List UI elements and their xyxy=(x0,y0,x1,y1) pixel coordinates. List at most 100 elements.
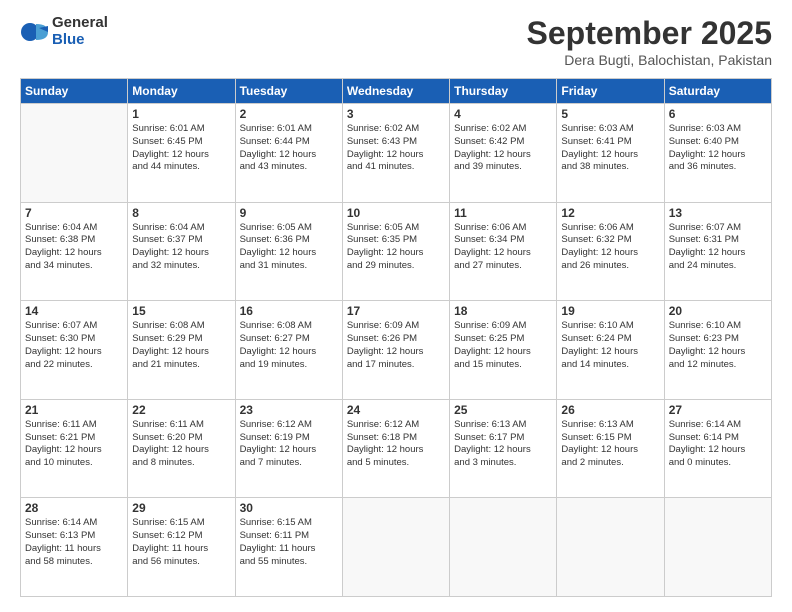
day-number: 29 xyxy=(132,501,230,515)
day-info: Sunrise: 6:03 AMSunset: 6:41 PMDaylight:… xyxy=(561,123,659,174)
calendar-cell: 5 Sunrise: 6:03 AMSunset: 6:41 PMDaylight… xyxy=(557,104,664,203)
calendar-cell: 25 Sunrise: 6:13 AMSunset: 6:17 PMDayligh… xyxy=(450,399,557,498)
day-info: Sunrise: 6:03 AMSunset: 6:40 PMDaylight:… xyxy=(669,123,767,174)
calendar-cell: 23Sunrise: 6:12 AMSunset: 6:19 PMDayligh… xyxy=(235,399,342,498)
day-number: 15 xyxy=(132,304,230,318)
day-info: Sunrise: 6:10 AMSunset: 6:24 PMDaylight:… xyxy=(561,320,659,371)
day-number: 3 xyxy=(347,107,445,121)
location-text: Dera Bugti, Balochistan, Pakistan xyxy=(527,52,772,68)
calendar-cell: 13 Sunrise: 6:07 AMSunset: 6:31 PMDayligh… xyxy=(664,202,771,301)
calendar-cell: 8 Sunrise: 6:04 AMSunset: 6:37 PMDaylight… xyxy=(128,202,235,301)
day-number: 21 xyxy=(25,403,123,417)
day-info: Sunrise: 6:09 AMSunset: 6:26 PMDaylight:… xyxy=(347,320,445,371)
calendar-cell: 7 Sunrise: 6:04 AMSunset: 6:38 PMDaylight… xyxy=(21,202,128,301)
calendar-cell: 19 Sunrise: 6:10 AMSunset: 6:24 PMDayligh… xyxy=(557,301,664,400)
day-number: 7 xyxy=(25,206,123,220)
weekday-wednesday: Wednesday xyxy=(342,79,449,104)
calendar-cell: 6 Sunrise: 6:03 AMSunset: 6:40 PMDaylight… xyxy=(664,104,771,203)
day-number: 12 xyxy=(561,206,659,220)
logo-general-text: General xyxy=(52,15,108,32)
calendar-cell: 26Sunrise: 6:13 AMSunset: 6:15 PMDayligh… xyxy=(557,399,664,498)
month-title: September 2025 xyxy=(527,15,772,52)
calendar-cell: 16 Sunrise: 6:08 AMSunset: 6:27 PMDayligh… xyxy=(235,301,342,400)
day-info: Sunrise: 6:01 AMSunset: 6:44 PMDaylight:… xyxy=(240,123,338,174)
week-row-2: 14Sunrise: 6:07 AMSunset: 6:30 PMDayligh… xyxy=(21,301,772,400)
weekday-saturday: Saturday xyxy=(664,79,771,104)
day-info: Sunrise: 6:04 AMSunset: 6:37 PMDaylight:… xyxy=(132,222,230,273)
day-info: Sunrise: 6:04 AMSunset: 6:38 PMDaylight:… xyxy=(25,222,123,273)
weekday-friday: Friday xyxy=(557,79,664,104)
calendar-cell: 11Sunrise: 6:06 AMSunset: 6:34 PMDayligh… xyxy=(450,202,557,301)
page-header: General Blue September 2025 Dera Bugti, … xyxy=(20,15,772,68)
week-row-0: 1 Sunrise: 6:01 AMSunset: 6:45 PMDaylight… xyxy=(21,104,772,203)
day-number: 2 xyxy=(240,107,338,121)
calendar-cell: 18Sunrise: 6:09 AMSunset: 6:25 PMDayligh… xyxy=(450,301,557,400)
weekday-header-row: SundayMondayTuesdayWednesdayThursdayFrid… xyxy=(21,79,772,104)
calendar-cell: 1 Sunrise: 6:01 AMSunset: 6:45 PMDaylight… xyxy=(128,104,235,203)
title-area: September 2025 Dera Bugti, Balochistan, … xyxy=(527,15,772,68)
calendar-cell: 9 Sunrise: 6:05 AMSunset: 6:36 PMDaylight… xyxy=(235,202,342,301)
calendar-cell xyxy=(450,498,557,597)
logo-blue-text: Blue xyxy=(52,32,108,49)
calendar-cell: 10Sunrise: 6:05 AMSunset: 6:35 PMDayligh… xyxy=(342,202,449,301)
calendar-cell: 17Sunrise: 6:09 AMSunset: 6:26 PMDayligh… xyxy=(342,301,449,400)
calendar-table: SundayMondayTuesdayWednesdayThursdayFrid… xyxy=(20,78,772,597)
day-info: Sunrise: 6:05 AMSunset: 6:36 PMDaylight:… xyxy=(240,222,338,273)
calendar-cell xyxy=(557,498,664,597)
day-number: 22 xyxy=(132,403,230,417)
calendar-cell: 15Sunrise: 6:08 AMSunset: 6:29 PMDayligh… xyxy=(128,301,235,400)
calendar-cell: 30Sunrise: 6:15 AMSunset: 6:11 PMDayligh… xyxy=(235,498,342,597)
calendar-cell: 24 Sunrise: 6:12 AMSunset: 6:18 PMDayligh… xyxy=(342,399,449,498)
day-number: 20 xyxy=(669,304,767,318)
calendar-cell: 4Sunrise: 6:02 AMSunset: 6:42 PMDaylight… xyxy=(450,104,557,203)
day-info: Sunrise: 6:06 AMSunset: 6:32 PMDaylight:… xyxy=(561,222,659,273)
day-number: 1 xyxy=(132,107,230,121)
day-info: Sunrise: 6:13 AMSunset: 6:17 PMDaylight:… xyxy=(454,419,552,470)
day-info: Sunrise: 6:09 AMSunset: 6:25 PMDaylight:… xyxy=(454,320,552,371)
day-info: Sunrise: 6:07 AMSunset: 6:30 PMDaylight:… xyxy=(25,320,123,371)
calendar-cell: 22 Sunrise: 6:11 AMSunset: 6:20 PMDayligh… xyxy=(128,399,235,498)
day-info: Sunrise: 6:12 AMSunset: 6:18 PMDaylight:… xyxy=(347,419,445,470)
day-info: Sunrise: 6:08 AMSunset: 6:27 PMDaylight:… xyxy=(240,320,338,371)
calendar-cell: 3 Sunrise: 6:02 AMSunset: 6:43 PMDaylight… xyxy=(342,104,449,203)
calendar-cell: 29 Sunrise: 6:15 AMSunset: 6:12 PMDayligh… xyxy=(128,498,235,597)
day-number: 24 xyxy=(347,403,445,417)
day-info: Sunrise: 6:02 AMSunset: 6:42 PMDaylight:… xyxy=(454,123,552,174)
day-number: 8 xyxy=(132,206,230,220)
day-number: 13 xyxy=(669,206,767,220)
day-info: Sunrise: 6:15 AMSunset: 6:12 PMDaylight:… xyxy=(132,517,230,568)
day-number: 28 xyxy=(25,501,123,515)
calendar-body: 1 Sunrise: 6:01 AMSunset: 6:45 PMDaylight… xyxy=(21,104,772,597)
calendar-cell: 27Sunrise: 6:14 AMSunset: 6:14 PMDayligh… xyxy=(664,399,771,498)
logo-icon xyxy=(20,18,48,46)
day-number: 16 xyxy=(240,304,338,318)
calendar-cell: 21 Sunrise: 6:11 AMSunset: 6:21 PMDayligh… xyxy=(21,399,128,498)
calendar-cell: 14Sunrise: 6:07 AMSunset: 6:30 PMDayligh… xyxy=(21,301,128,400)
day-info: Sunrise: 6:14 AMSunset: 6:13 PMDaylight:… xyxy=(25,517,123,568)
day-number: 5 xyxy=(561,107,659,121)
calendar-cell xyxy=(664,498,771,597)
calendar-cell: 2 Sunrise: 6:01 AMSunset: 6:44 PMDaylight… xyxy=(235,104,342,203)
day-number: 6 xyxy=(669,107,767,121)
day-info: Sunrise: 6:01 AMSunset: 6:45 PMDaylight:… xyxy=(132,123,230,174)
week-row-4: 28 Sunrise: 6:14 AMSunset: 6:13 PMDayligh… xyxy=(21,498,772,597)
day-number: 9 xyxy=(240,206,338,220)
day-info: Sunrise: 6:15 AMSunset: 6:11 PMDaylight:… xyxy=(240,517,338,568)
day-info: Sunrise: 6:12 AMSunset: 6:19 PMDaylight:… xyxy=(240,419,338,470)
week-row-3: 21 Sunrise: 6:11 AMSunset: 6:21 PMDayligh… xyxy=(21,399,772,498)
weekday-tuesday: Tuesday xyxy=(235,79,342,104)
day-info: Sunrise: 6:05 AMSunset: 6:35 PMDaylight:… xyxy=(347,222,445,273)
day-info: Sunrise: 6:07 AMSunset: 6:31 PMDaylight:… xyxy=(669,222,767,273)
day-info: Sunrise: 6:02 AMSunset: 6:43 PMDaylight:… xyxy=(347,123,445,174)
day-info: Sunrise: 6:11 AMSunset: 6:20 PMDaylight:… xyxy=(132,419,230,470)
day-number: 25 xyxy=(454,403,552,417)
day-info: Sunrise: 6:13 AMSunset: 6:15 PMDaylight:… xyxy=(561,419,659,470)
logo: General Blue xyxy=(20,15,108,48)
calendar-cell: 20Sunrise: 6:10 AMSunset: 6:23 PMDayligh… xyxy=(664,301,771,400)
calendar-cell xyxy=(21,104,128,203)
day-info: Sunrise: 6:11 AMSunset: 6:21 PMDaylight:… xyxy=(25,419,123,470)
day-number: 19 xyxy=(561,304,659,318)
day-info: Sunrise: 6:06 AMSunset: 6:34 PMDaylight:… xyxy=(454,222,552,273)
calendar-cell: 28 Sunrise: 6:14 AMSunset: 6:13 PMDayligh… xyxy=(21,498,128,597)
week-row-1: 7 Sunrise: 6:04 AMSunset: 6:38 PMDaylight… xyxy=(21,202,772,301)
